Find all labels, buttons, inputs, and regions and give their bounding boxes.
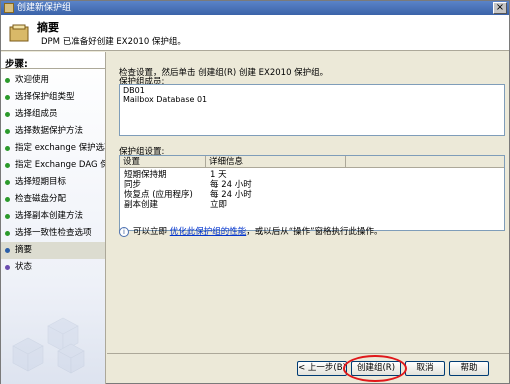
sidebar-item-welcome[interactable]: 欢迎使用	[1, 72, 105, 89]
step-pending-icon	[5, 265, 10, 270]
wizard-window: 创建新保护组 × 摘要 DPM 已准备好创建 EX2010 保护组。 步骤: 欢…	[0, 0, 510, 384]
sidebar-item-status[interactable]: 状态	[1, 259, 105, 276]
sidebar-item-protection-method[interactable]: 选择数据保护方法	[1, 123, 105, 140]
settings-grid-header: 设置 详细信息	[120, 156, 504, 168]
table-row: 同步 每 24 小时	[124, 180, 252, 190]
summary-panel: 检查设置，然后单击 创建组(R) 创建 EX2010 保护组。 保护组成员: D…	[107, 52, 509, 352]
back-button[interactable]: < 上一步(B)	[297, 361, 347, 376]
sidebar-item-short-term-goals[interactable]: 选择短期目标	[1, 174, 105, 191]
page-title: 摘要	[37, 21, 59, 34]
close-button[interactable]: ×	[493, 2, 507, 14]
step-done-icon	[5, 163, 10, 168]
footer-divider	[107, 353, 509, 354]
help-button[interactable]: 帮助	[449, 361, 489, 376]
sidebar-item-exchange-options[interactable]: 指定 exchange 保护选项	[1, 140, 105, 157]
step-done-icon	[5, 129, 10, 134]
page-description: DPM 已准备好创建 EX2010 保护组。	[41, 37, 186, 47]
step-done-icon	[5, 214, 10, 219]
window-title: 创建新保护组	[17, 3, 72, 13]
app-icon	[4, 3, 14, 13]
member-item: Mailbox Database 01	[123, 95, 208, 104]
optimize-performance-link[interactable]: 优化此保护组的性能	[170, 227, 247, 237]
sidebar-item-disk-allocation[interactable]: 检查磁盘分配	[1, 191, 105, 208]
sidebar-item-group-members[interactable]: 选择组成员	[1, 106, 105, 123]
table-row: 短期保持期 1 天	[124, 170, 227, 180]
decorative-cubes-graphic	[12, 317, 85, 374]
sidebar-item-group-type[interactable]: 选择保护组类型	[1, 89, 105, 106]
step-done-icon	[5, 78, 10, 83]
cancel-button[interactable]: 取消	[405, 361, 445, 376]
step-done-icon	[5, 112, 10, 117]
members-textbox[interactable]: DB01 Mailbox Database 01	[119, 84, 505, 136]
sidebar-item-replica-method[interactable]: 选择副本创建方法	[1, 208, 105, 225]
wizard-header: 摘要 DPM 已准备好创建 EX2010 保护组。	[1, 15, 509, 51]
step-done-icon	[5, 197, 10, 202]
steps-sidebar: 步骤: 欢迎使用 选择保护组类型 选择组成员 选择数据保护方法 指定 excha…	[1, 52, 106, 384]
member-item: DB01	[123, 86, 145, 95]
column-header-setting[interactable]: 设置	[120, 156, 206, 168]
step-current-icon	[5, 248, 10, 253]
table-row: 恢复点 (应用程序) 每 24 小时	[124, 190, 252, 200]
settings-grid[interactable]: 设置 详细信息 短期保持期 1 天 同步 每 24 小时 恢复点 (应用程序) …	[119, 155, 505, 231]
protection-group-icon	[9, 24, 29, 42]
sidebar-item-consistency-check[interactable]: 选择一致性检查选项	[1, 225, 105, 242]
steps-divider	[1, 68, 105, 69]
column-header-details[interactable]: 详细信息	[206, 156, 346, 168]
sidebar-item-dag-protection[interactable]: 指定 Exchange DAG 保护	[1, 157, 105, 174]
step-done-icon	[5, 180, 10, 185]
step-done-icon	[5, 95, 10, 100]
highlight-annotation	[343, 355, 407, 382]
sidebar-item-summary[interactable]: 摘要	[1, 242, 105, 259]
optimize-info: i 可以立即 优化此保护组的性能，或以后从“操作”窗格执行此操作。	[119, 226, 383, 238]
table-row: 副本创建 立即	[124, 200, 228, 210]
info-icon: i	[119, 226, 129, 237]
step-done-icon	[5, 231, 10, 236]
step-done-icon	[5, 146, 10, 151]
title-bar: 创建新保护组 ×	[1, 1, 509, 15]
